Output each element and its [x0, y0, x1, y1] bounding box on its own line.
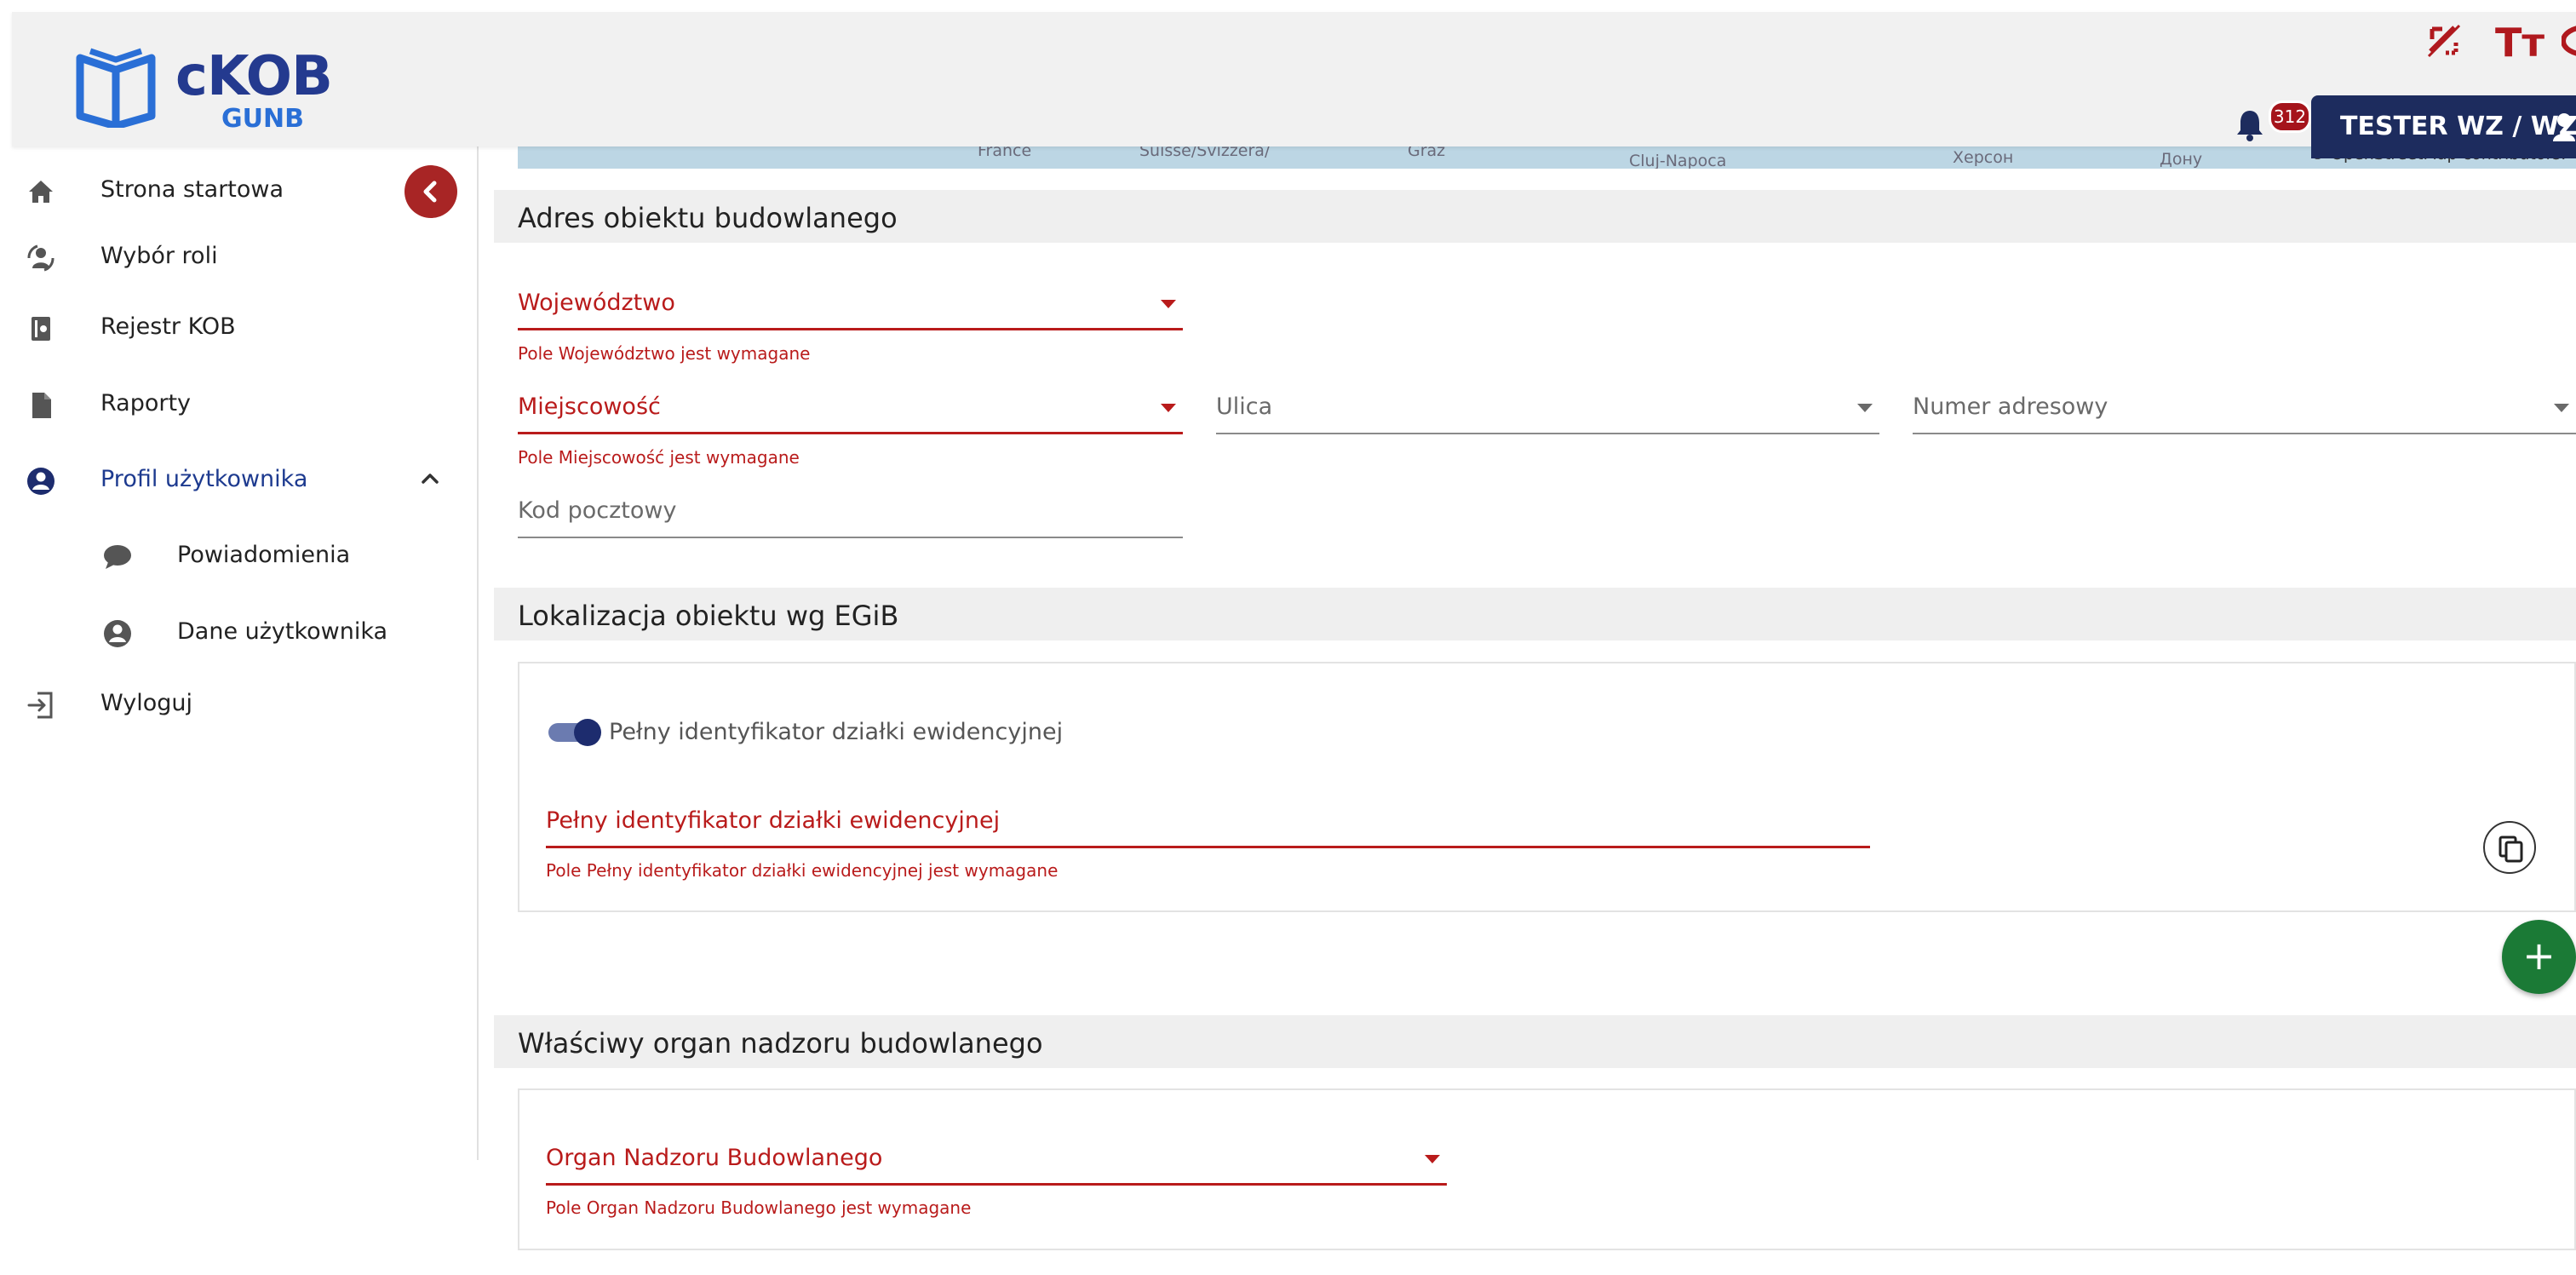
field-label: Organ Nadzoru Budowlanego — [546, 1145, 883, 1171]
eye-icon[interactable] — [2562, 24, 2576, 58]
egib-section-header: Lokalizacja obiektu wg EGiB — [494, 588, 2576, 640]
copy-icon — [2499, 836, 2523, 863]
field-underline — [518, 328, 1183, 330]
dropdown-arrow-icon — [2554, 404, 2569, 412]
ckob-logo[interactable]: cKOB GUNB — [65, 29, 346, 134]
sidebar-item-wybor-roli[interactable]: Wybór roli — [0, 231, 460, 282]
organ-nadzoru-select[interactable]: Organ Nadzoru Budowlanego — [546, 1141, 1447, 1186]
contrast-off-icon[interactable] — [2424, 20, 2464, 61]
map-label: France — [978, 146, 1032, 160]
logo-subtitle: GUNB — [221, 104, 304, 134]
sidebar-item-label: Rejestr KOB — [100, 313, 236, 340]
user-circle-icon — [104, 620, 131, 647]
organ-nadzoru-error: Pole Organ Nadzoru Budowlanego jest wyma… — [546, 1197, 972, 1218]
section-title: Adres obiektu budowlanego — [518, 202, 898, 234]
sidebar-item-label: Strona startowa — [100, 176, 284, 203]
field-label: Ulica — [1216, 393, 1273, 420]
sidebar-item-label: Wybór roli — [100, 243, 218, 269]
home-icon — [29, 181, 53, 203]
dropdown-arrow-icon — [1161, 300, 1176, 308]
user-circle-icon — [27, 468, 55, 495]
section-title: Lokalizacja obiektu wg EGiB — [518, 600, 899, 632]
field-label: Województwo — [518, 290, 675, 316]
sidebar-item-strona-startowa[interactable]: Strona startowa — [0, 164, 460, 215]
wojewodztwo-select[interactable]: Województwo — [518, 286, 1183, 330]
map-label: Graz — [1408, 146, 1446, 160]
sidebar-item-label: Powiadomienia — [177, 542, 351, 568]
sidebar-item-label: Raporty — [100, 390, 192, 416]
wojewodztwo-error: Pole Województwo jest wymagane — [518, 343, 811, 364]
dropdown-arrow-icon — [1161, 404, 1176, 412]
user-menu-button[interactable]: TESTER WZ / WZ — [2311, 95, 2576, 158]
logo-title: cKOB — [175, 45, 333, 108]
logout-icon — [27, 692, 53, 719]
kod-pocztowy-input[interactable]: Kod pocztowy — [518, 494, 1183, 538]
address-section-header: Adres obiektu budowlanego — [494, 190, 2576, 243]
dropdown-arrow-icon — [1857, 404, 1873, 412]
numer-adresowy-select[interactable]: Numer adresowy — [1913, 390, 2576, 434]
ulica-select[interactable]: Ulica — [1216, 390, 1879, 434]
user-menu-label: TESTER WZ / WZ — [2340, 112, 2576, 141]
app-header: cKOB GUNB Tт 312 TESTER WZ / WZ — [12, 12, 2576, 158]
book-icon — [32, 317, 50, 341]
map-label: Дону — [2160, 150, 2203, 169]
dropdown-arrow-icon — [1425, 1155, 1440, 1163]
pelny-identyfikator-input[interactable]: Pełny identyfikator działki ewidencyjnej — [546, 804, 1870, 848]
field-underline — [546, 1183, 1447, 1186]
field-underline — [518, 537, 1183, 538]
sidebar-item-profil-uzytkownika[interactable]: Profil użytkownika — [0, 454, 460, 505]
field-underline — [546, 846, 1870, 848]
chat-bubble-icon — [104, 545, 131, 569]
sidebar-item-label: Profil użytkownika — [100, 466, 308, 492]
chevron-up-icon — [422, 474, 439, 484]
organ-section-header: Właściwy organ nadzoru budowlanego — [494, 1015, 2576, 1068]
field-label: Numer adresowy — [1913, 393, 2108, 420]
notification-badge: 312 — [2269, 101, 2311, 133]
pelny-identyfikator-error: Pole Pełny identyfikator działki ewidenc… — [546, 860, 1059, 881]
field-underline — [1913, 433, 2576, 434]
toggle-knob — [574, 719, 601, 746]
toggle-label: Pełny identyfikator działki ewidencyjnej — [609, 719, 1064, 745]
map-label: Cluj-Napoca — [1629, 152, 1727, 169]
sidebar-item-wyloguj[interactable]: Wyloguj — [0, 678, 460, 729]
sidebar-item-raporty[interactable]: Raporty — [0, 378, 460, 429]
sidebar-item-powiadomienia[interactable]: Powiadomienia — [0, 530, 460, 581]
sidebar-item-rejestr-kob[interactable]: Rejestr KOB — [0, 302, 460, 353]
field-underline — [518, 432, 1183, 434]
map-preview[interactable]: France Suisse/Svizzera/ Graz Cluj-Napoca… — [518, 146, 2576, 169]
collapse-sidebar-button[interactable] — [404, 165, 457, 218]
role-switch-icon — [27, 244, 55, 272]
bell-icon[interactable] — [2235, 107, 2265, 141]
add-plot-button[interactable]: + — [2502, 920, 2576, 994]
person-icon — [2553, 113, 2575, 141]
full-id-toggle[interactable] — [548, 719, 601, 746]
field-label: Pełny identyfikator działki ewidencyjnej — [546, 807, 1001, 834]
miejscowosc-error: Pole Miejscowość jest wymagane — [518, 447, 800, 468]
field-underline — [1216, 433, 1879, 434]
field-label: Miejscowość — [518, 393, 661, 420]
field-label: Kod pocztowy — [518, 497, 677, 524]
copy-button[interactable] — [2483, 821, 2536, 874]
chevron-left-icon — [423, 181, 437, 203]
section-title: Właściwy organ nadzoru budowlanego — [518, 1027, 1043, 1060]
sidebar-item-dane-uzytkownika[interactable]: Dane użytkownika — [0, 606, 460, 658]
book-logo-icon — [76, 48, 156, 128]
sidebar-item-label: Wyloguj — [100, 690, 192, 716]
map-label: Suisse/Svizzera/ — [1139, 146, 1271, 160]
text-size-icon[interactable]: Tт — [2495, 22, 2544, 63]
sidebar-item-label: Dane użytkownika — [177, 618, 388, 645]
miejscowosc-select[interactable]: Miejscowość — [518, 390, 1183, 434]
document-icon — [32, 393, 51, 418]
map-label: Херсон — [1953, 148, 2014, 167]
